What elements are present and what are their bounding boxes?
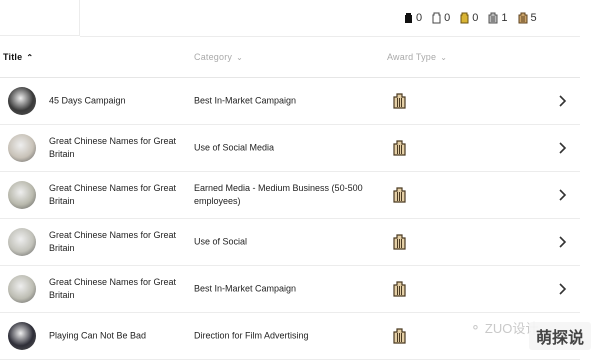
yellow-pencil-icon (460, 12, 469, 24)
award-summary: 0 0 0 1 5 (404, 9, 537, 27)
header-divider (80, 36, 580, 37)
award-cell (393, 234, 406, 250)
award-cell (393, 140, 406, 156)
wechat-icon: ⚬ (470, 319, 481, 335)
award-stat-wood: 5 (518, 12, 537, 24)
chevron-down-icon: ⌄ (440, 52, 448, 62)
chevron-right-icon[interactable] (554, 140, 570, 156)
wood-pencil-icon (518, 12, 527, 24)
wood-pencil-icon (393, 187, 406, 203)
award-stat-white: 0 (432, 12, 450, 24)
campaign-thumbnail (8, 228, 36, 256)
table-row[interactable]: Great Chinese Names for Great Britain Ear… (0, 172, 580, 219)
row-category: Direction for Film Advertising (194, 330, 309, 341)
row-category: Best In-Market Campaign (194, 95, 297, 106)
award-count: 1 (501, 12, 508, 24)
black-pencil-icon (405, 13, 412, 23)
table-row[interactable]: Great Chinese Names for Great Britain Use… (0, 125, 580, 172)
wood-pencil-icon (393, 93, 406, 109)
row-title: 45 Days Campaign (49, 95, 126, 106)
campaign-thumbnail (8, 87, 36, 115)
campaign-thumbnail (8, 134, 36, 162)
logo-area (0, 0, 80, 36)
row-category: Best In-Market Campaign (194, 283, 297, 294)
table-row[interactable]: Great Chinese Names for Great Britain Bes… (0, 266, 580, 313)
award-cell (393, 328, 406, 344)
white-pencil-icon (432, 12, 441, 24)
table-row[interactable]: 45 Days Campaign Best In-Market Campaign (0, 78, 580, 125)
chevron-right-icon[interactable] (554, 187, 570, 203)
award-cell (393, 281, 406, 297)
chevron-right-icon[interactable] (554, 281, 570, 297)
wood-pencil-icon (393, 234, 406, 250)
wood-pencil-icon (393, 140, 406, 156)
chevron-down-icon: ⌄ (236, 52, 244, 62)
award-count: 5 (530, 12, 537, 24)
column-header-category[interactable]: Category ⌄ (194, 52, 243, 62)
chevron-right-icon[interactable] (554, 234, 570, 250)
table-row[interactable]: Great Chinese Names for Great Britain Use… (0, 219, 580, 266)
row-title: Great Chinese Names for Great Britain (49, 277, 177, 300)
row-title: Great Chinese Names for Great Britain (49, 230, 177, 253)
row-title: Great Chinese Names for Great Britain (49, 136, 177, 159)
award-cell (393, 93, 406, 109)
award-count: 0 (416, 12, 423, 24)
award-stat-yellow: 0 (460, 12, 478, 24)
award-stat-graphite: 1 (488, 12, 508, 24)
row-category: Use of Social (194, 236, 248, 247)
chevron-right-icon[interactable] (554, 93, 570, 109)
row-category: Earned Media - Medium Business (50-500 e… (194, 183, 363, 206)
award-stat-black: 0 (404, 12, 422, 24)
column-header-title[interactable]: Title ⌃ (3, 52, 33, 62)
award-cell (393, 187, 406, 203)
award-count: 0 (444, 12, 451, 24)
row-category: Use of Social Media (194, 142, 275, 153)
column-header-award-type[interactable]: Award Type ⌄ (387, 52, 447, 62)
award-count: 0 (472, 12, 479, 24)
campaign-thumbnail (8, 181, 36, 209)
wood-pencil-icon (393, 281, 406, 297)
graphite-pencil-icon (488, 12, 498, 24)
row-title: Playing Can Not Be Bad (49, 330, 147, 341)
row-title: Great Chinese Names for Great Britain (49, 183, 177, 206)
wood-pencil-icon (393, 328, 406, 344)
sort-asc-icon: ⌃ (26, 52, 34, 62)
watermark-badge: 萌探说 (529, 322, 591, 350)
campaign-thumbnail (8, 322, 36, 350)
campaign-thumbnail (8, 275, 36, 303)
